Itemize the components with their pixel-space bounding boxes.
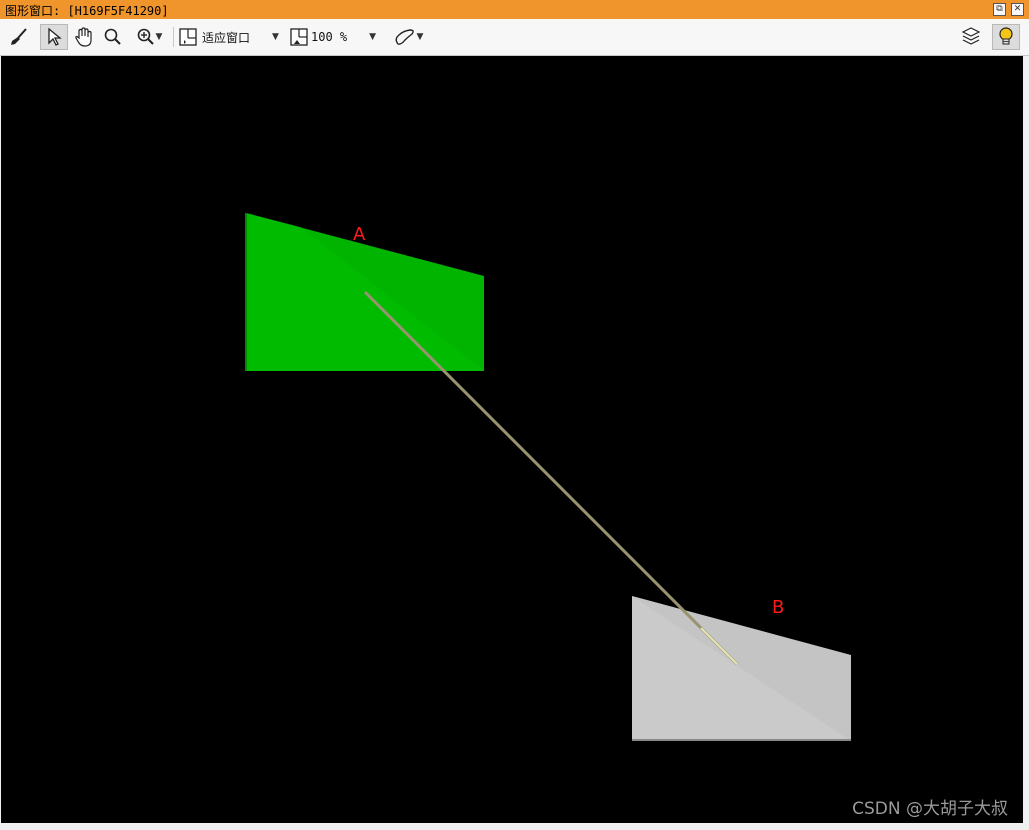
label-a: A [353, 224, 366, 245]
zoom-percent-dropdown[interactable]: 100 % ▼ [289, 24, 381, 50]
clear-button[interactable] [6, 24, 32, 50]
chevron-down-icon: ▼ [416, 31, 424, 42]
select-button[interactable] [40, 24, 68, 50]
pan-hand-icon [75, 27, 92, 47]
zoom-button[interactable] [100, 24, 126, 50]
zoom-in-icon [137, 28, 154, 45]
zoom-icon [104, 28, 121, 45]
shape-tool-icon [395, 29, 414, 45]
label-b: B [772, 597, 784, 618]
chevron-down-icon: ▼ [272, 31, 279, 42]
graphics-window: 图形窗口: [H169F5F41290] ⧉ ✕ ▼ 适应窗口 ▼ 100 % … [0, 0, 1029, 830]
title-bar[interactable]: 图形窗口: [H169F5F41290] ⧉ ✕ [0, 0, 1029, 19]
shape-tool-button[interactable]: ▼ [388, 24, 428, 50]
graphics-viewport[interactable]: A B CSDN @大胡子大叔 [1, 56, 1023, 823]
fit-window-label: 适应窗口 [202, 30, 251, 45]
zoom-percent-icon [290, 28, 308, 46]
zoom-percent-value: 100 % [311, 30, 348, 44]
close-button[interactable]: ✕ [1011, 3, 1024, 16]
zoom-in-button[interactable]: ▼ [130, 24, 168, 50]
chevron-down-icon: ▼ [369, 31, 377, 42]
select-arrow-icon [48, 27, 62, 46]
fit-window-dropdown[interactable]: 适应窗口 ▼ [178, 24, 286, 50]
pan-button[interactable] [71, 24, 97, 50]
watermark: CSDN @大胡子大叔 [852, 799, 1008, 819]
lightbulb-icon [999, 27, 1013, 45]
lighting-button[interactable] [992, 24, 1020, 50]
chevron-down-icon: ▼ [155, 31, 163, 42]
window-title: 图形窗口: [H169F5F41290] [5, 4, 169, 18]
layers-button[interactable] [958, 24, 984, 50]
scene-canvas: A B [245, 213, 851, 741]
toolbar-divider [173, 27, 174, 47]
restore-button[interactable]: ⧉ [993, 3, 1006, 16]
fit-window-icon [179, 28, 197, 46]
toolbar: ▼ 适应窗口 ▼ 100 % ▼ ▼ [0, 19, 1029, 56]
ray-line [363, 290, 739, 666]
broom-icon [11, 28, 27, 45]
layers-icon [961, 27, 981, 45]
